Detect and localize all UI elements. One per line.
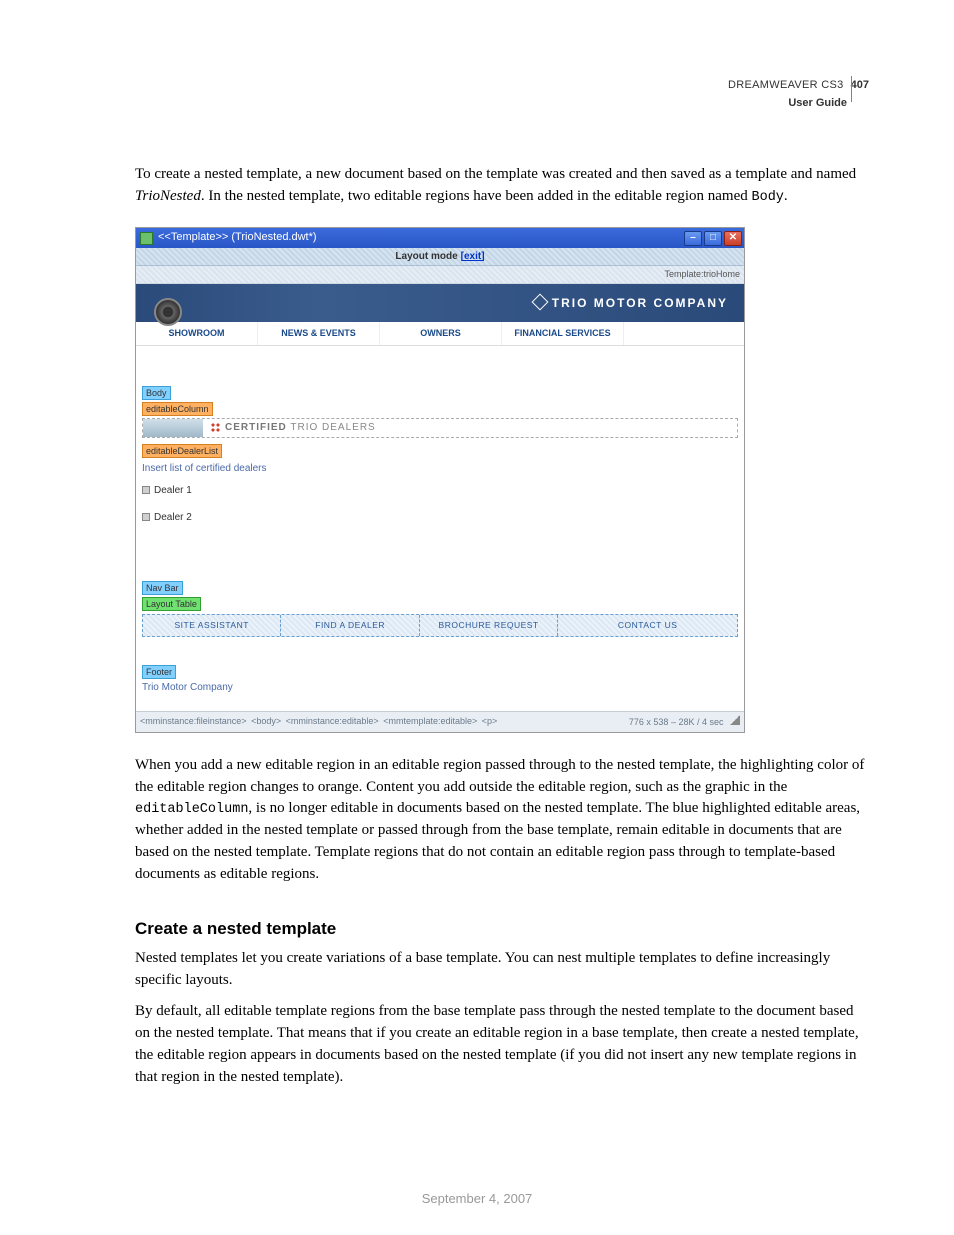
bnav-brochure[interactable]: BROCHURE REQUEST <box>420 615 558 635</box>
dots-icon <box>211 423 221 433</box>
brand-icon <box>531 293 548 310</box>
brand-name: TRIO MOTOR COMPANY <box>534 295 728 312</box>
main-nav: SHOWROOM NEWS & EVENTS OWNERS FINANCIAL … <box>136 322 744 346</box>
section-p1: Nested templates let you create variatio… <box>135 948 869 992</box>
window-titlebar: <<Template>> (TrioNested.dwt*) – □ ✕ <box>136 228 744 248</box>
dealer-intro: Insert list of certified dealers <box>142 460 738 479</box>
footer-date: September 4, 2007 <box>0 1190 954 1209</box>
after-paragraph: When you add a new editable region in an… <box>135 755 869 886</box>
tag-selector[interactable]: <mminstance:fileinstance> <body> <mminst… <box>140 715 499 729</box>
product-name: DREAMWEAVER CS3 <box>728 79 844 91</box>
region-name-code: Body <box>752 190 784 205</box>
document-icon <box>140 232 153 245</box>
header-divider <box>851 76 852 102</box>
window-controls: – □ ✕ <box>684 231 742 246</box>
template-name-italic: TrioNested <box>135 188 201 204</box>
status-info: 776 x 538 – 28K / 4 sec <box>629 715 740 729</box>
column-code: editableColumn <box>135 802 248 817</box>
footer-text: Trio Motor Company <box>142 680 738 697</box>
dealer-block: editableDealerList Insert list of certif… <box>142 444 738 531</box>
screenshot-figure: <<Template>> (TrioNested.dwt*) – □ ✕ Lay… <box>135 227 745 732</box>
tag-body: Body <box>142 386 171 400</box>
page-number: 407 <box>851 79 869 91</box>
layout-mode-label: Layout mode <box>395 250 457 265</box>
bottom-nav: SITE ASSISTANT FIND A DEALER BROCHURE RE… <box>142 614 738 636</box>
dealer-2: Dealer 2 <box>142 505 738 532</box>
certified-text: CERTIFIED TRIO DEALERS <box>225 421 376 436</box>
section-heading: Create a nested template <box>135 917 869 942</box>
dealer-1: Dealer 1 <box>142 478 738 505</box>
site-banner: TRIO MOTOR COMPANY <box>136 284 744 322</box>
bnav-find-dealer[interactable]: FIND A DEALER <box>281 615 419 635</box>
bullet-icon <box>142 486 150 494</box>
tag-editable-dealer-list: editableDealerList <box>142 444 222 458</box>
window-title: <<Template>> (TrioNested.dwt*) <box>158 230 684 246</box>
footer-block: Footer Trio Motor Company <box>142 665 738 697</box>
content-area: Body editableColumn CERTIFIED TRIO DEALE… <box>136 346 744 702</box>
exit-link[interactable]: [exit] <box>461 250 485 265</box>
template-indicator: Template:trioHome <box>136 266 744 284</box>
layout-mode-bar: Layout mode [exit] <box>136 248 744 266</box>
resize-handle-icon[interactable] <box>730 715 740 725</box>
bnav-site-assistant[interactable]: SITE ASSISTANT <box>143 615 281 635</box>
certified-row: CERTIFIED TRIO DEALERS <box>142 418 738 438</box>
close-button[interactable]: ✕ <box>724 231 742 246</box>
guide-label: User Guide <box>135 96 847 112</box>
nav-showroom[interactable]: SHOWROOM <box>136 322 258 345</box>
maximize-button[interactable]: □ <box>704 231 722 246</box>
bnav-contact[interactable]: CONTACT US <box>558 615 737 635</box>
intro-paragraph: To create a nested template, a new docum… <box>135 164 869 208</box>
tag-editable-column: editableColumn <box>142 402 213 416</box>
wheel-graphic <box>154 298 182 326</box>
nav-news[interactable]: NEWS & EVENTS <box>258 322 380 345</box>
section-p2: By default, all editable template region… <box>135 1001 869 1088</box>
bullet-icon <box>142 513 150 521</box>
tag-layout-table: Layout Table <box>142 597 201 611</box>
car-thumb <box>143 419 203 437</box>
tag-navbar: Nav Bar <box>142 581 183 595</box>
page-header: DREAMWEAVER CS3 407 User Guide <box>135 78 869 112</box>
status-bar: <mminstance:fileinstance> <body> <mminst… <box>136 711 744 732</box>
minimize-button[interactable]: – <box>684 231 702 246</box>
nav-financial[interactable]: FINANCIAL SERVICES <box>502 322 624 345</box>
nav-owners[interactable]: OWNERS <box>380 322 502 345</box>
tag-footer: Footer <box>142 665 176 679</box>
